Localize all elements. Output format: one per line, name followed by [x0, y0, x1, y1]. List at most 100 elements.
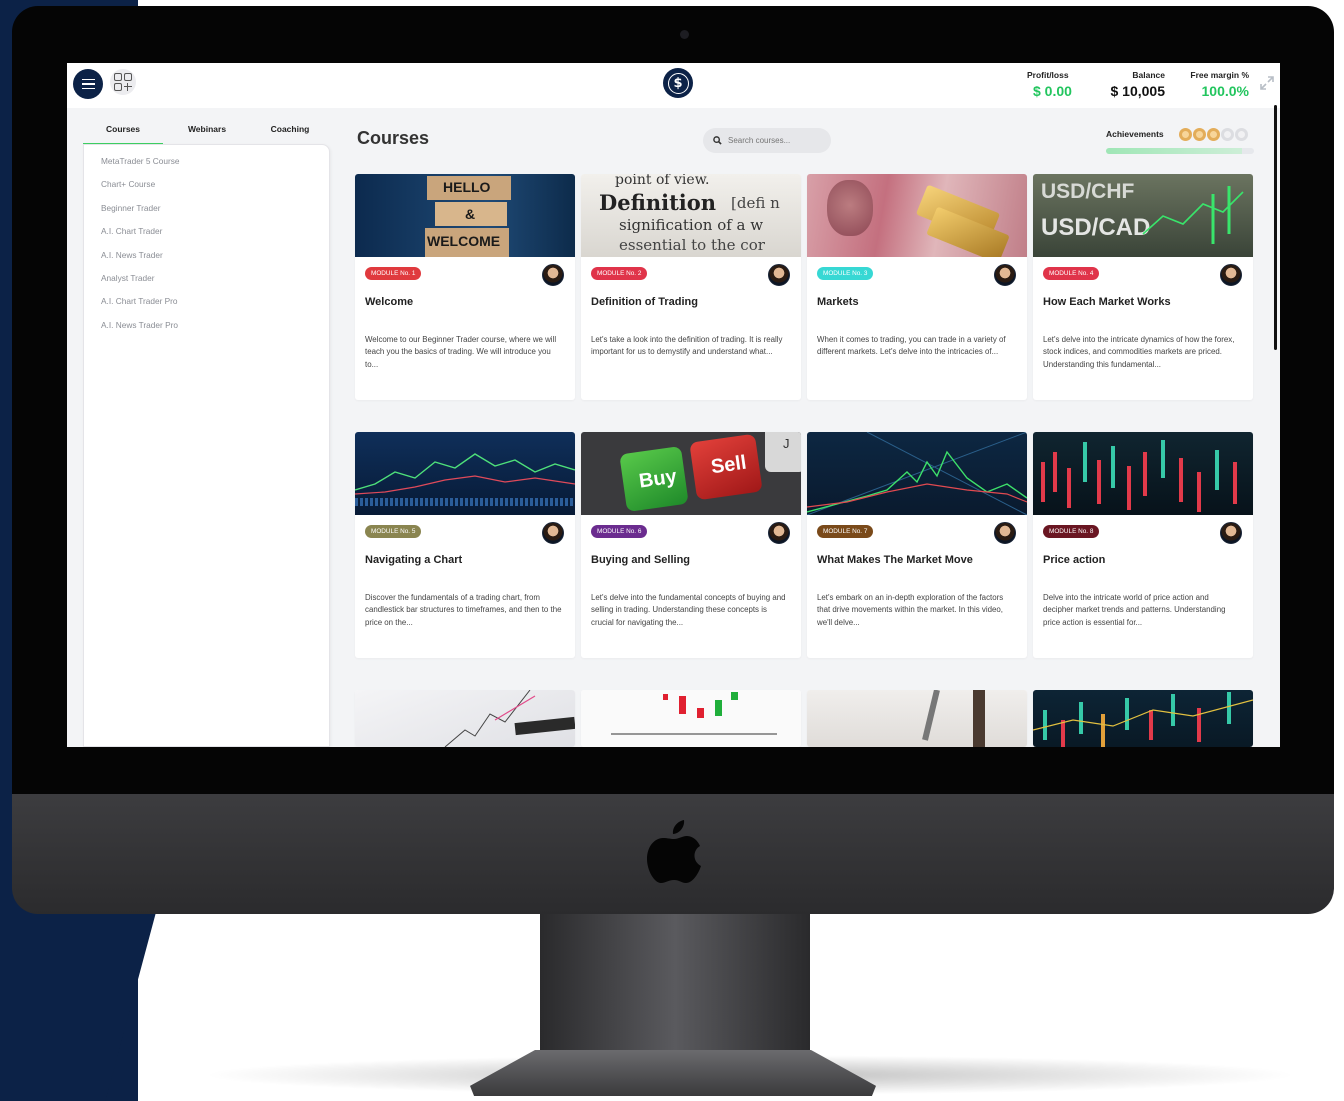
course-card-9[interactable] [355, 690, 575, 747]
free-margin-stat: Free margin % 100.0% [1179, 70, 1249, 99]
course-card-11[interactable] [807, 690, 1027, 747]
card-description: Welcome to our Beginner Trader course, w… [365, 335, 557, 369]
course-card-6[interactable]: Buy Sell J MODULE No. 6 Buying and Selli… [581, 432, 801, 658]
thumb-text-signification: signification of a w [619, 216, 764, 234]
thumb-text-welcome: WELCOME [427, 233, 501, 249]
module-badge: MODULE No. 1 [365, 267, 422, 280]
course-card-3[interactable]: MODULE No. 3 Markets When it comes to tr… [807, 174, 1027, 400]
course-card-1[interactable]: HELLO & WELCOME MODULE No. 1 Welcome Wel… [355, 174, 575, 400]
sidebar-item-ai-news-trader[interactable]: A.I. News Trader [101, 249, 329, 272]
achievement-badges [1179, 128, 1248, 141]
card-description: When it comes to trading, you can trade … [817, 335, 1006, 357]
card-title: What Makes The Market Move [817, 554, 973, 566]
card-thumbnail [807, 690, 1027, 747]
instructor-avatar [768, 522, 790, 544]
module-badge: MODULE No. 2 [591, 267, 648, 280]
balance-value: $ 10,005 [1110, 83, 1166, 99]
course-card-2[interactable]: point of view. Definition [defi n signif… [581, 174, 801, 400]
module-badge: MODULE No. 6 [591, 525, 648, 538]
module-badge: MODULE No. 7 [817, 525, 874, 538]
card-description: Let's delve into the intricate dynamics … [1043, 335, 1235, 369]
thumb-text-amp: & [465, 206, 476, 222]
j-key-label: J [783, 436, 790, 451]
card-description: Discover the fundamentals of a trading c… [365, 593, 562, 627]
tab-webinars[interactable]: Webinars [163, 120, 251, 144]
card-thumbnail [355, 432, 575, 515]
card-title: Markets [817, 296, 859, 308]
free-margin-label: Free margin % [1190, 70, 1249, 80]
tab-courses[interactable]: Courses [83, 120, 163, 144]
card-thumbnail [581, 690, 801, 747]
forex-chart-overlay [1142, 186, 1244, 244]
course-card-10[interactable] [581, 690, 801, 747]
sidebar-item-metatrader-5-course[interactable]: MetaTrader 5 Course [101, 155, 329, 178]
candlestick-graphic [611, 692, 777, 735]
card-thumbnail: point of view. Definition [defi n signif… [581, 174, 801, 257]
card-thumbnail: Buy Sell J [581, 432, 801, 515]
course-sidebar: Courses Webinars Coaching MetaTrader 5 C… [83, 120, 330, 747]
balance-label: Balance [1132, 70, 1165, 80]
tab-coaching[interactable]: Coaching [251, 120, 329, 144]
sidebar-tabs: Courses Webinars Coaching [83, 120, 330, 144]
course-card-4[interactable]: USD/CHF USD/CAD MODULE No. 4 How Each Ma… [1033, 174, 1253, 400]
search-icon [713, 136, 722, 145]
achievement-badge-icon [1235, 128, 1248, 141]
blue-chart-graphic [355, 453, 575, 506]
module-badge: MODULE No. 4 [1043, 267, 1100, 280]
card-thumbnail [1033, 690, 1253, 747]
hamburger-menu-icon[interactable] [73, 69, 103, 99]
course-list: MetaTrader 5 Course Chart+ Course Beginn… [84, 145, 329, 342]
top-bar: $ Profit/loss $ 0.00 Balance $ 10,005 Fr… [67, 63, 1280, 108]
add-widget-icon[interactable] [110, 69, 136, 95]
apple-logo-icon [647, 820, 701, 883]
app-screen: $ Profit/loss $ 0.00 Balance $ 10,005 Fr… [67, 63, 1280, 747]
card-thumbnail [807, 432, 1027, 515]
sidebar-item-beginner-trader[interactable]: Beginner Trader [101, 202, 329, 225]
sidebar-item-chart-plus-course[interactable]: Chart+ Course [101, 178, 329, 201]
sidebar-item-ai-news-trader-pro[interactable]: A.I. News Trader Pro [101, 319, 329, 342]
profit-loss-stat: Profit/loss $ 0.00 [1027, 70, 1083, 99]
achievements[interactable]: Achievements [1106, 128, 1254, 154]
scrollbar[interactable] [1274, 105, 1277, 350]
thumb-text-hello: HELLO [443, 179, 491, 195]
expand-icon[interactable] [1259, 75, 1275, 91]
card-title: Buying and Selling [591, 554, 691, 566]
marketing-stage: $ Profit/loss $ 0.00 Balance $ 10,005 Fr… [0, 0, 1344, 1101]
course-card-8[interactable]: MODULE No. 8 Price action Delve into the… [1033, 432, 1253, 658]
sidebar-item-analyst-trader[interactable]: Analyst Trader [101, 272, 329, 295]
camera-dot [680, 30, 689, 39]
instructor-avatar [542, 522, 564, 544]
module-badge: MODULE No. 8 [1043, 525, 1100, 538]
achievement-badge-icon [1221, 128, 1234, 141]
market-move-graphic [807, 432, 1027, 515]
card-thumbnail [1033, 432, 1253, 515]
module-badge: MODULE No. 5 [365, 525, 422, 538]
sidebar-item-ai-chart-trader[interactable]: A.I. Chart Trader [101, 225, 329, 248]
course-card-12[interactable] [1033, 690, 1253, 747]
achievement-badge-icon [1193, 128, 1206, 141]
card-description: Let's take a look into the definition of… [591, 335, 783, 357]
monitor-stand-base [470, 1050, 876, 1096]
instructor-avatar [994, 264, 1016, 286]
thumb-text-essential: essential to the cor [619, 236, 765, 254]
dollar-logo-icon[interactable]: $ [663, 68, 693, 98]
card-thumbnail: HELLO & WELCOME [355, 174, 575, 257]
card-thumbnail: USD/CHF USD/CAD [1033, 174, 1253, 257]
instructor-avatar [1220, 522, 1242, 544]
search-input[interactable] [728, 136, 823, 145]
instructor-avatar [994, 522, 1016, 544]
course-card-5[interactable]: MODULE No. 5 Navigating a Chart Discover… [355, 432, 575, 658]
achievement-progress-bar [1106, 148, 1254, 154]
sidebar-item-ai-chart-trader-pro[interactable]: A.I. Chart Trader Pro [101, 295, 329, 318]
instructor-avatar [542, 264, 564, 286]
search-box[interactable] [703, 128, 831, 153]
pen-graphic [922, 690, 985, 747]
course-card-7[interactable]: MODULE No. 7 What Makes The Market Move … [807, 432, 1027, 658]
card-title: How Each Market Works [1043, 296, 1171, 308]
monitor-stand [540, 910, 810, 1060]
price-action-graphic [1041, 440, 1237, 512]
card-description: Let's delve into the fundamental concept… [591, 593, 786, 627]
card-description: Delve into the intricate world of price … [1043, 593, 1226, 627]
thumb-text-defn: [defi n [731, 194, 780, 212]
profit-loss-label: Profit/loss [1027, 70, 1069, 80]
